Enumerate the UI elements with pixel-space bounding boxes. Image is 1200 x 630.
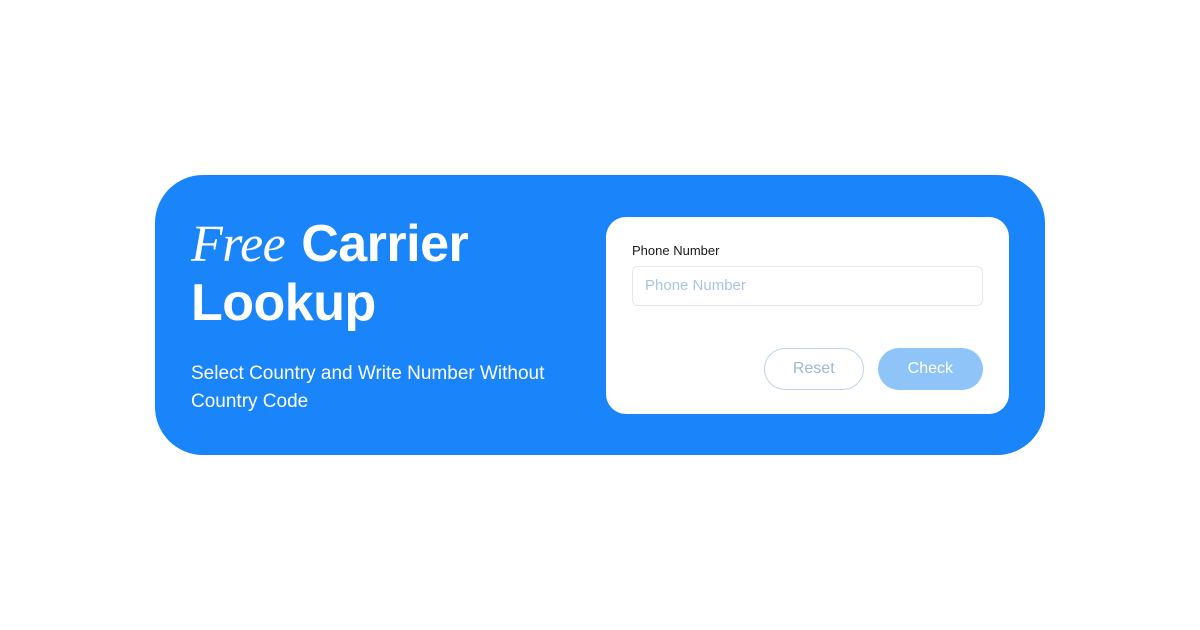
form-button-row: Reset Check (632, 348, 983, 390)
check-button[interactable]: Check (878, 348, 983, 390)
lookup-card: Free Carrier Lookup Select Country and W… (155, 175, 1045, 456)
page-title: Free Carrier Lookup (191, 215, 586, 332)
phone-number-input[interactable] (632, 266, 983, 306)
card-left-content: Free Carrier Lookup Select Country and W… (191, 215, 586, 416)
phone-number-label: Phone Number (632, 243, 983, 258)
lookup-form-panel: Phone Number Reset Check (606, 217, 1009, 414)
page-subtitle: Select Country and Write Number Without … (191, 360, 586, 415)
reset-button[interactable]: Reset (764, 348, 864, 390)
title-prefix: Free (191, 216, 285, 273)
